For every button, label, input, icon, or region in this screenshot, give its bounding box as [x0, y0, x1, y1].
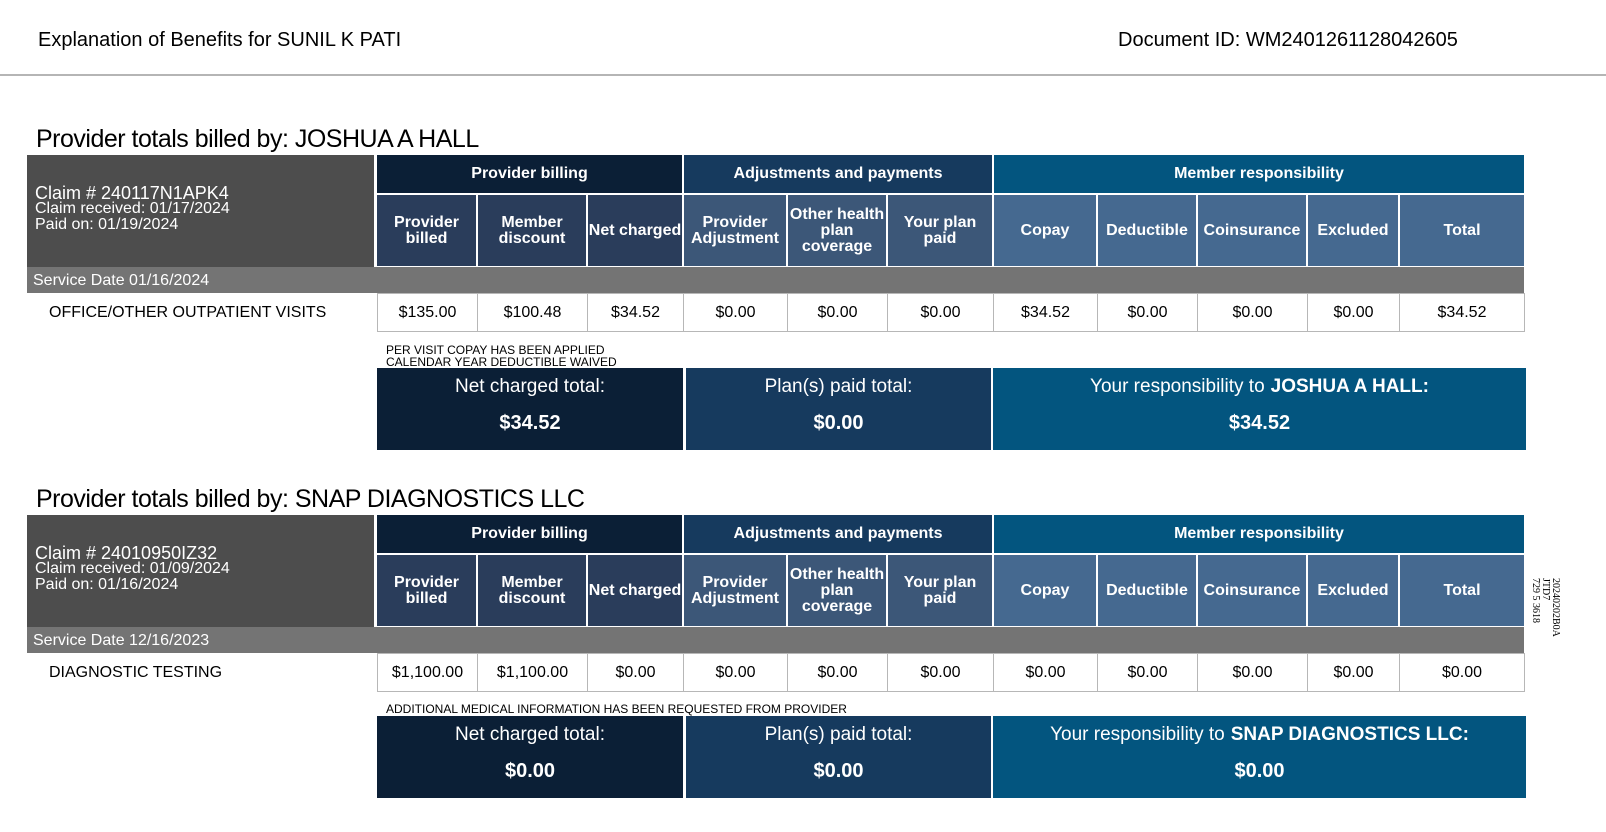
- net-charged-total-box: Net charged total: $0.00: [377, 716, 683, 798]
- your-responsibility-amount: $0.00: [1234, 760, 1285, 782]
- side-code-line: 20240202B0A: [1550, 578, 1561, 637]
- cell-deductible: $0.00: [1097, 293, 1198, 332]
- plan-paid-total-box: Plan(s) paid total: $0.00: [686, 368, 991, 450]
- col-deductible: Deductible: [1098, 195, 1196, 266]
- col-other-coverage: Other health plan coverage: [788, 195, 886, 266]
- cell-excluded: $0.00: [1307, 293, 1400, 332]
- cell-provider-billed: $135.00: [377, 293, 478, 332]
- service-description: OFFICE/OTHER OUTPATIENT VISITS: [49, 304, 327, 321]
- cell-copay: $34.52: [993, 293, 1098, 332]
- col-total: Total: [1400, 195, 1524, 266]
- plan-paid-total-label: Plan(s) paid total:: [764, 724, 913, 745]
- page-header: Explanation of Benefits for SUNIL K PATI…: [0, 0, 1606, 76]
- claim-info: Claim # 24010950IZ32 Claim received: 01/…: [27, 515, 374, 627]
- col-provider-billed: Provider billed: [377, 195, 476, 266]
- cell-your-plan-paid: $0.00: [887, 293, 994, 332]
- document-id: Document ID: WM2401261128042605: [1118, 29, 1458, 51]
- group-member-responsibility: Member responsibility: [994, 155, 1524, 193]
- your-responsibility-box: Your responsibility to JOSHUA A HALL: $34…: [993, 368, 1526, 450]
- your-responsibility-box: Your responsibility to SNAP DIAGNOSTICS L…: [993, 716, 1526, 798]
- col-other-coverage: Other health plan coverage: [788, 555, 886, 626]
- net-charged-total-label: Net charged total:: [455, 376, 605, 397]
- cell-member-discount: $1,100.00: [477, 653, 588, 692]
- service-date-bar: Service Date 12/16/2023: [27, 627, 1524, 653]
- claim-note: ADDITIONAL MEDICAL INFORMATION HAS BEEN …: [386, 702, 847, 716]
- plan-paid-total-box: Plan(s) paid total: $0.00: [686, 716, 991, 798]
- col-member-discount: Member discount: [478, 195, 586, 266]
- cell-excluded: $0.00: [1307, 653, 1400, 692]
- claim-info: Claim # 240117N1APK4 Claim received: 01/…: [27, 155, 374, 267]
- cell-total: $34.52: [1399, 293, 1525, 332]
- cell-other-coverage: $0.00: [787, 293, 888, 332]
- col-copay: Copay: [994, 555, 1096, 626]
- cell-total: $0.00: [1399, 653, 1525, 692]
- col-coinsurance: Coinsurance: [1198, 195, 1306, 266]
- col-provider-billed: Provider billed: [377, 555, 476, 626]
- service-date-bar: Service Date 01/16/2024: [27, 267, 1524, 293]
- net-charged-total-label: Net charged total:: [455, 724, 605, 745]
- col-net-charged: Net charged: [588, 555, 682, 626]
- claim-number: Claim # 24010950IZ32: [35, 543, 218, 563]
- group-adjustments: Adjustments and payments: [684, 155, 992, 193]
- cell-provider-adjustment: $0.00: [683, 293, 788, 332]
- section-title: Provider totals billed by: SNAP DIAGNOST…: [36, 485, 585, 513]
- col-coinsurance: Coinsurance: [1198, 555, 1306, 626]
- plan-paid-total-label: Plan(s) paid total:: [764, 376, 913, 397]
- responsibility-provider-name: SNAP DIAGNOSTICS LLC:: [1230, 724, 1469, 745]
- cell-member-discount: $100.48: [477, 293, 588, 332]
- cell-coinsurance: $0.00: [1197, 293, 1308, 332]
- cell-your-plan-paid: $0.00: [887, 653, 994, 692]
- cell-copay: $0.00: [993, 653, 1098, 692]
- claim-received: Claim received: 01/09/2024: [35, 560, 230, 577]
- col-deductible: Deductible: [1098, 555, 1196, 626]
- group-adjustments: Adjustments and payments: [684, 515, 992, 553]
- col-copay: Copay: [994, 195, 1096, 266]
- col-excluded: Excluded: [1308, 195, 1398, 266]
- section-title: Provider totals billed by: JOSHUA A HALL: [36, 125, 479, 153]
- cell-coinsurance: $0.00: [1197, 653, 1308, 692]
- paid-on: Paid on: 01/19/2024: [35, 216, 179, 233]
- cell-deductible: $0.00: [1097, 653, 1198, 692]
- group-member-responsibility: Member responsibility: [994, 515, 1524, 553]
- service-description: DIAGNOSTIC TESTING: [49, 664, 223, 681]
- net-charged-total-amount: $0.00: [504, 760, 556, 782]
- net-charged-total-amount: $34.52: [499, 412, 561, 434]
- cell-net-charged: $34.52: [587, 293, 684, 332]
- col-total: Total: [1400, 555, 1524, 626]
- side-routing-code: 20240202B0A JTD7 729 5 3618: [1530, 578, 1561, 637]
- col-provider-adjustment: Provider Adjustment: [684, 555, 786, 626]
- group-provider-billing: Provider billing: [377, 155, 682, 193]
- cell-other-coverage: $0.00: [787, 653, 888, 692]
- plan-paid-total-amount: $0.00: [813, 760, 864, 782]
- eob-title: Explanation of Benefits for SUNIL K PATI: [38, 29, 402, 51]
- col-provider-adjustment: Provider Adjustment: [684, 195, 786, 266]
- responsibility-provider-name: JOSHUA A HALL:: [1270, 376, 1429, 397]
- claim-note: CALENDAR YEAR DEDUCTIBLE WAIVED: [386, 355, 617, 369]
- cell-provider-adjustment: $0.00: [683, 653, 788, 692]
- plan-paid-total-amount: $0.00: [813, 412, 864, 434]
- side-code-line: 729 5 3618: [1530, 578, 1541, 623]
- cell-net-charged: $0.00: [587, 653, 684, 692]
- group-provider-billing: Provider billing: [377, 515, 682, 553]
- side-code-line: JTD7: [1540, 578, 1551, 601]
- claim-number: Claim # 240117N1APK4: [35, 183, 229, 203]
- your-responsibility-label: Your responsibility to: [1090, 376, 1265, 397]
- col-excluded: Excluded: [1308, 555, 1398, 626]
- paid-on: Paid on: 01/16/2024: [35, 576, 179, 593]
- net-charged-total-box: Net charged total: $34.52: [377, 368, 683, 450]
- cell-provider-billed: $1,100.00: [377, 653, 478, 692]
- your-responsibility-amount: $34.52: [1228, 412, 1291, 434]
- col-net-charged: Net charged: [588, 195, 682, 266]
- your-responsibility-label: Your responsibility to: [1050, 724, 1225, 745]
- col-your-plan-paid: Your plan paid: [888, 195, 992, 266]
- col-your-plan-paid: Your plan paid: [888, 555, 992, 626]
- col-member-discount: Member discount: [478, 555, 586, 626]
- claim-received: Claim received: 01/17/2024: [35, 200, 230, 217]
